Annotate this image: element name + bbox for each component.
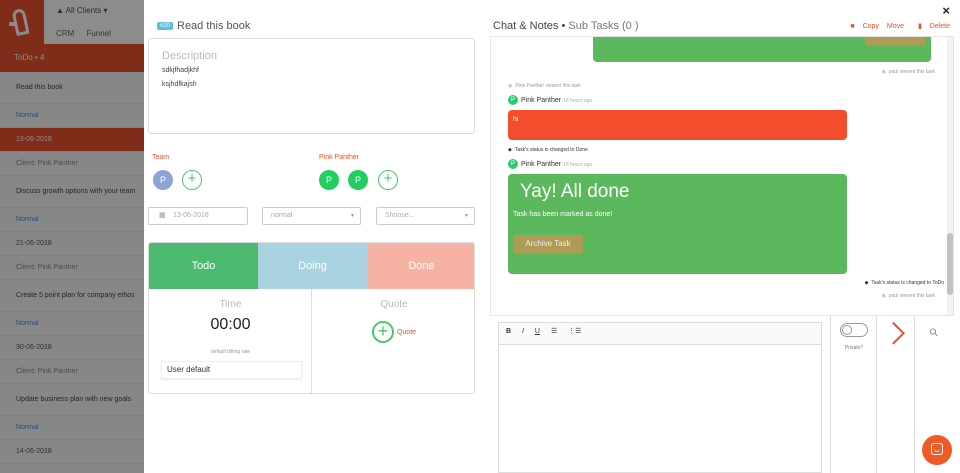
done-message: Yay! All done Task has been marked as do… (508, 174, 847, 274)
system-message-text: Task's status is changed to Done (514, 147, 588, 153)
eye-icon: ◉ (881, 293, 886, 299)
underline-button[interactable]: U (535, 328, 540, 335)
system-message: ◆ Task's status is changed to Done (508, 147, 588, 153)
description-line: ksjhdfkajsh (162, 81, 197, 88)
scrollbar-thumb[interactable] (947, 233, 953, 295)
system-message: ◉ paul viewed this task (881, 293, 935, 299)
private-toggle-section: Private? (830, 316, 876, 473)
due-date-value: 13-06-2018 (173, 212, 209, 219)
time-section: Time 00:00 default billing rate User def… (149, 289, 312, 393)
task-id-badge: #20 (157, 22, 174, 30)
italic-button[interactable]: I (522, 328, 524, 335)
system-message-text: Pink Panther viewed this task (515, 83, 581, 89)
tab-todo[interactable]: Todo (149, 243, 258, 289)
assignee-label: Pink Panther (319, 154, 360, 161)
message-input[interactable] (499, 345, 821, 472)
status-panel: Todo Doing Done Time 00:00 default billi… (148, 242, 475, 394)
add-assignee-button[interactable]: + (378, 170, 398, 190)
quote-label: Quote (380, 299, 408, 310)
modal-backdrop[interactable] (0, 0, 144, 473)
delete-button[interactable]: ▮ Delete (912, 23, 950, 30)
add-quote-button[interactable]: + (372, 321, 394, 343)
chevron-down-icon: ▾ (464, 213, 468, 219)
description-line: sdkjfhadjkhf (162, 67, 199, 74)
assignee-avatar[interactable]: P (348, 170, 368, 190)
tag-icon: ◆ (864, 280, 869, 286)
assignee-avatar[interactable]: P (319, 170, 339, 190)
title-separator: • (561, 20, 566, 32)
move-button[interactable]: Move (887, 23, 904, 30)
avatar: P (508, 159, 518, 169)
priority-select[interactable]: normal ▾ (262, 207, 361, 225)
priority-value: normal (271, 212, 293, 219)
previous-message-block (593, 37, 931, 62)
message-time: 18 hours ago (563, 161, 593, 168)
bullet-list-button[interactable]: ☰ (551, 328, 557, 335)
tab-doing[interactable]: Doing (258, 243, 367, 289)
copy-icon: ■ (850, 23, 855, 30)
trash-icon: ▮ (917, 23, 922, 30)
chat-feed[interactable]: ◉ paul viewed this task ◉ Pink Panther vie… (490, 36, 954, 316)
done-title: Yay! All done (520, 181, 630, 202)
private-label: Private? (844, 345, 864, 351)
message-editor: B I U ☰ ⋮☰ (498, 322, 822, 473)
task-actions: ■ Copy Move ▮ Delete (838, 22, 950, 30)
author-name: Pink Panther (521, 96, 562, 104)
calendar-icon: ▦ (159, 212, 166, 219)
done-subtitle: Task has been marked as done! (513, 211, 613, 218)
team-member-avatar[interactable]: P (153, 170, 173, 190)
due-date-input[interactable]: ▦ 13-06-2018 (148, 207, 248, 225)
description-box[interactable]: Description sdkjfhadjkhf ksjhdfkajsh (148, 38, 475, 134)
system-message-text: paul viewed this task (888, 293, 935, 299)
eye-icon: ◉ (508, 83, 513, 89)
tab-chat-notes[interactable]: Chat & Notes (493, 20, 558, 32)
system-message-text: Task's status is changed to ToDo (871, 280, 944, 286)
system-message: ◉ paul viewed this task (881, 69, 935, 75)
copy-button[interactable]: ■ Copy (844, 23, 879, 30)
task-modal: × #20 Read this book Description sdkjfha… (144, 0, 960, 473)
chat-message: hi (508, 110, 847, 140)
time-label: Time (219, 299, 242, 310)
quote-link[interactable]: Quote (397, 329, 416, 336)
paperclip-icon[interactable]: ⚲ (927, 325, 941, 340)
send-section (876, 316, 914, 473)
scrollbar[interactable] (947, 37, 953, 315)
description-label: Description (162, 50, 218, 62)
task-title[interactable]: Read this book (177, 20, 250, 32)
tag-icon: ◆ (508, 147, 512, 153)
archive-task-button[interactable]: Archive Task (513, 235, 583, 253)
system-message-text: paul viewed this task (888, 69, 935, 75)
bold-button[interactable]: B (506, 328, 511, 335)
send-icon[interactable] (882, 321, 905, 345)
message-time: 18 hours ago (563, 97, 593, 104)
close-button[interactable]: × (942, 3, 950, 18)
editor-toolbar: B I U ☰ ⋮☰ (499, 323, 821, 345)
numbered-list-button[interactable]: ⋮☰ (568, 328, 581, 335)
choose-placeholder: Shoose... (385, 212, 415, 219)
tab-subtasks[interactable]: Sub Tasks (0 ) (568, 20, 638, 32)
add-team-member-button[interactable]: + (182, 170, 202, 190)
copy-label: Copy (862, 23, 879, 30)
chevron-down-icon: ▾ (350, 213, 354, 219)
delete-label: Delete (929, 23, 950, 30)
time-value[interactable]: 00:00 (149, 316, 312, 334)
team-label: Team (152, 154, 170, 161)
system-message: ◉ Pink Panther viewed this task (508, 83, 581, 89)
archive-button-partial[interactable] (865, 37, 925, 45)
avatar: P (508, 95, 518, 105)
private-toggle[interactable] (840, 323, 868, 337)
choose-select[interactable]: Shoose... ▾ (376, 207, 475, 225)
message-author: P Pink Panther 18 hours ago (508, 159, 592, 169)
billing-select[interactable]: User default (161, 361, 302, 379)
billing-label: default billing rate (210, 349, 251, 355)
eye-icon: ◉ (881, 69, 886, 75)
system-message: ◆ Task's status is changed to ToDo (865, 280, 944, 286)
author-name: Pink Panther (521, 160, 562, 168)
quote-section: Quote + Quote (312, 289, 474, 393)
message-author: P Pink Panther 18 hours ago (508, 95, 592, 105)
support-chat-launcher[interactable] (922, 435, 952, 465)
chat-header-title: Chat & Notes • Sub Tasks (0 ) (493, 20, 639, 32)
tab-done[interactable]: Done (367, 243, 474, 289)
